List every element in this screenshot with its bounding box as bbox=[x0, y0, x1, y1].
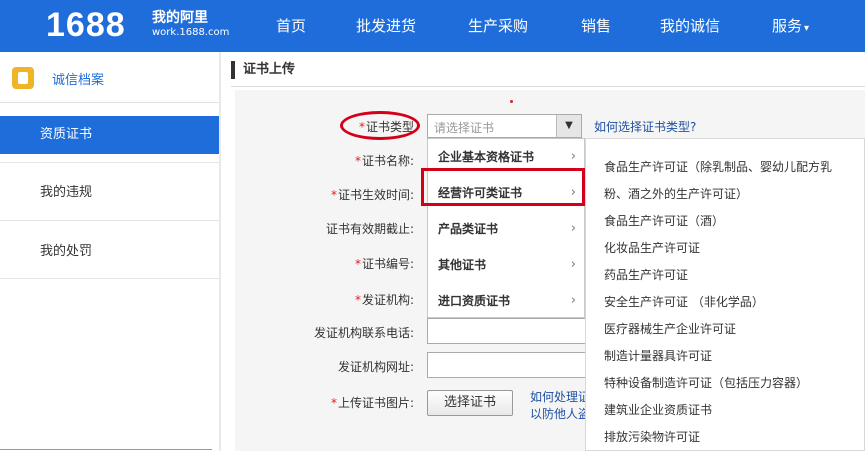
issuer-url-input[interactable] bbox=[427, 352, 587, 378]
submenu-item-cont[interactable]: 粉、酒之外的生产许可证） bbox=[604, 182, 864, 206]
issuer-phone-input[interactable] bbox=[427, 318, 587, 344]
nav-service-label: 服务 bbox=[772, 17, 803, 35]
submenu-item[interactable]: 医疗器械生产企业许可证 bbox=[604, 317, 864, 341]
expiry-date-label: 证书有效期截止: bbox=[325, 222, 414, 236]
cert-number-label: *证书编号: bbox=[354, 257, 414, 271]
credit-file-icon bbox=[12, 67, 34, 89]
upload-image-label: *上传证书图片: bbox=[330, 396, 414, 410]
sidebar-header[interactable]: 诚信档案 bbox=[0, 52, 219, 103]
issuer-phone-label: 发证机构联系电话: bbox=[313, 326, 414, 340]
issuer-label: *发证机构: bbox=[354, 293, 414, 307]
sidebar: 诚信档案 资质证书 我的违规 我的处罚 bbox=[0, 52, 219, 451]
sidebar-header-label: 诚信档案 bbox=[52, 73, 105, 88]
submenu-item[interactable]: 排放污染物许可证 bbox=[604, 425, 864, 449]
help-link[interactable]: 如何选择证书类型? bbox=[594, 118, 696, 135]
dropdown-arrow-icon[interactable]: ▼ bbox=[556, 115, 581, 137]
sidebar-item-certificates[interactable]: 资质证书 bbox=[0, 116, 219, 154]
nav-procurement[interactable]: 生产采购 bbox=[468, 0, 528, 52]
sidebar-item-label: 资质证书 bbox=[40, 127, 93, 142]
license-submenu: 食品生产许可证（除乳制品、婴幼儿配方乳 粉、酒之外的生产许可证） 食品生产许可证… bbox=[585, 138, 865, 451]
divider bbox=[231, 86, 865, 87]
marker-dot bbox=[510, 100, 513, 103]
nav-my-credit[interactable]: 我的诚信 bbox=[660, 0, 720, 52]
submenu-item[interactable]: 制造计量器具许可证 bbox=[604, 344, 864, 368]
top-navbar: 1688 我的阿里 work.1688.com 首页 批发进货 生产采购 销售 … bbox=[0, 0, 865, 52]
page-title: 证书上传 bbox=[231, 61, 295, 79]
tip-link-line2[interactable]: 以防他人盗用 bbox=[530, 405, 586, 422]
submenu-item[interactable]: 化妆品生产许可证 bbox=[604, 236, 864, 260]
nav-wholesale[interactable]: 批发进货 bbox=[356, 0, 416, 52]
highlight-oval bbox=[340, 111, 420, 140]
menu-item-product[interactable]: 产品类证书 › bbox=[428, 211, 584, 247]
nav-sales[interactable]: 销售 bbox=[581, 0, 611, 52]
cert-type-select[interactable]: 请选择证书 ▼ bbox=[427, 114, 582, 138]
brand-block[interactable]: 我的阿里 work.1688.com bbox=[152, 10, 229, 40]
submenu-item[interactable]: 药品生产许可证 bbox=[604, 263, 864, 287]
submenu-item[interactable]: 特种设备制造许可证（包括压力容器） bbox=[604, 371, 864, 395]
divider bbox=[0, 162, 219, 163]
sidebar-item-penalties[interactable]: 我的处罚 bbox=[0, 233, 219, 271]
sidebar-item-label: 我的处罚 bbox=[40, 244, 93, 259]
submenu-item[interactable]: 食品生产许可证（酒） bbox=[604, 209, 864, 233]
chevron-right-icon: › bbox=[570, 257, 576, 272]
tip-link[interactable]: 如何处理证书 bbox=[530, 388, 586, 405]
divider bbox=[0, 449, 212, 450]
chevron-right-icon: › bbox=[570, 293, 576, 308]
site-logo[interactable]: 1688 bbox=[46, 6, 126, 45]
divider bbox=[0, 220, 219, 221]
issuer-url-label: 发证机构网址: bbox=[337, 360, 414, 374]
brand-subtitle: work.1688.com bbox=[152, 27, 230, 38]
highlight-box bbox=[421, 168, 585, 206]
cert-category-menu: 企业基本资格证书 › 经营许可类证书 › 产品类证书 › 其他证书 › 进口资质证书 › bbox=[427, 138, 585, 318]
nav-home[interactable]: 首页 bbox=[276, 0, 306, 52]
menu-item-import[interactable]: 进口资质证书 › bbox=[428, 283, 584, 319]
submenu-item[interactable]: 食品生产许可证（除乳制品、婴幼儿配方乳 bbox=[604, 155, 864, 179]
submenu-item[interactable]: 安全生产许可证 （非化学品） bbox=[604, 290, 864, 314]
sidebar-item-label: 我的违规 bbox=[40, 185, 93, 200]
nav-service[interactable]: 服务 ▾ bbox=[772, 0, 809, 52]
chevron-down-icon: ▾ bbox=[804, 23, 810, 34]
brand-title: 我的阿里 bbox=[152, 10, 208, 26]
sidebar-item-violations[interactable]: 我的违规 bbox=[0, 174, 219, 212]
effective-date-label: *证书生效时间: bbox=[330, 188, 414, 202]
select-placeholder: 请选择证书 bbox=[434, 121, 495, 135]
choose-cert-button[interactable]: 选择证书 bbox=[427, 390, 513, 416]
menu-item-other[interactable]: 其他证书 › bbox=[428, 247, 584, 283]
divider bbox=[0, 278, 219, 279]
chevron-right-icon: › bbox=[570, 221, 576, 236]
cert-name-label: *证书名称: bbox=[354, 154, 414, 168]
submenu-item[interactable]: 建筑业企业资质证书 bbox=[604, 398, 864, 422]
